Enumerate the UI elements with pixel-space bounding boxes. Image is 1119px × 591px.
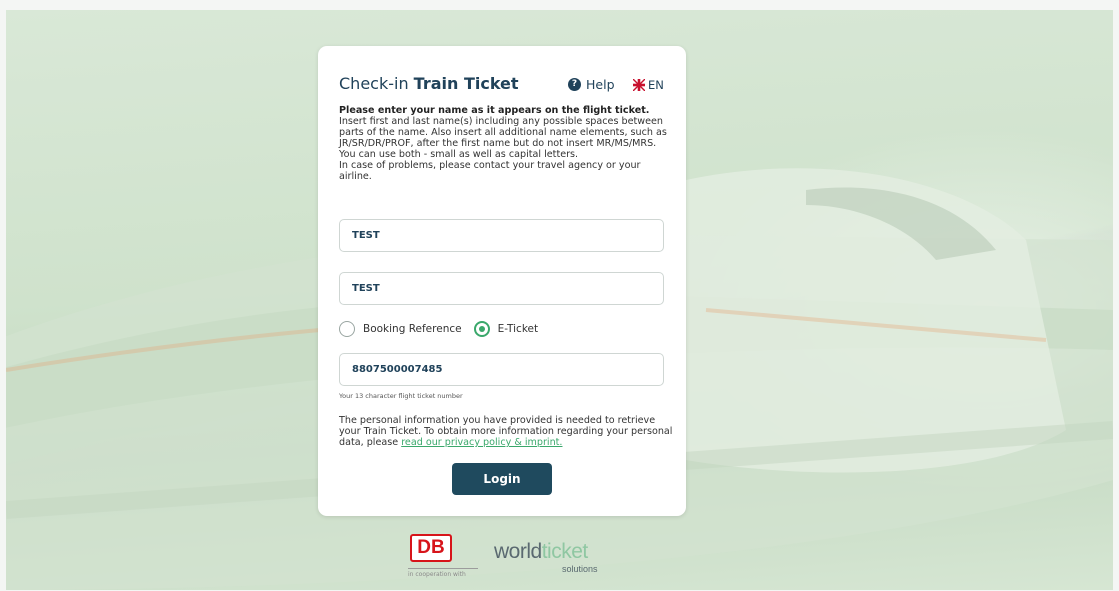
question-circle-icon: ? (568, 78, 581, 91)
footer-logos: DB in cooperation with worldticket solut… (408, 534, 628, 582)
cooperation-text: in cooperation with (408, 568, 478, 578)
worldticket-logo-world: world (494, 540, 542, 563)
instructions-problems: In case of problems, please contact your… (339, 160, 641, 182)
ticket-number-value: 8807500007485 (352, 364, 443, 375)
first-name-value: TEST (352, 230, 380, 241)
worldticket-solutions: solutions (562, 564, 598, 574)
help-link[interactable]: ? Help (568, 77, 615, 92)
checkin-card: Check-in Train Ticket ? Help EN Please e… (318, 46, 686, 516)
page-title: Check-in Train Ticket (339, 74, 519, 93)
first-name-field[interactable]: TEST (339, 219, 664, 252)
help-label: Help (586, 77, 615, 92)
ticket-number-field[interactable]: 8807500007485 (339, 353, 664, 386)
privacy-info: The personal information you have provid… (339, 415, 674, 448)
language-selector[interactable]: EN (633, 78, 664, 92)
instructions-body: Insert first and last name(s) including … (339, 116, 667, 160)
e-ticket-label[interactable]: E-Ticket (498, 323, 539, 335)
last-name-value: TEST (352, 283, 380, 294)
worldticket-logo: worldticket (494, 540, 588, 564)
privacy-policy-link[interactable]: read our privacy policy & imprint. (401, 437, 562, 448)
uk-flag-icon (633, 79, 645, 91)
last-name-field[interactable]: TEST (339, 272, 664, 305)
language-label: EN (648, 78, 664, 92)
e-ticket-radio[interactable] (473, 321, 490, 337)
login-button[interactable]: Login (452, 463, 552, 495)
booking-reference-radio[interactable] (339, 321, 355, 337)
worldticket-logo-ticket: ticket (541, 540, 589, 563)
title-prefix: Check-in (339, 74, 409, 93)
booking-reference-label[interactable]: Booking Reference (363, 323, 462, 335)
db-logo: DB (410, 534, 452, 562)
instructions: Please enter your name as it appears on … (339, 105, 669, 182)
ticket-number-hint: Your 13 character flight ticket number (339, 392, 463, 400)
title-bold: Train Ticket (413, 74, 519, 93)
instructions-heading: Please enter your name as it appears on … (339, 105, 650, 116)
ticket-type-radio-group: Booking Reference E-Ticket (339, 321, 550, 337)
